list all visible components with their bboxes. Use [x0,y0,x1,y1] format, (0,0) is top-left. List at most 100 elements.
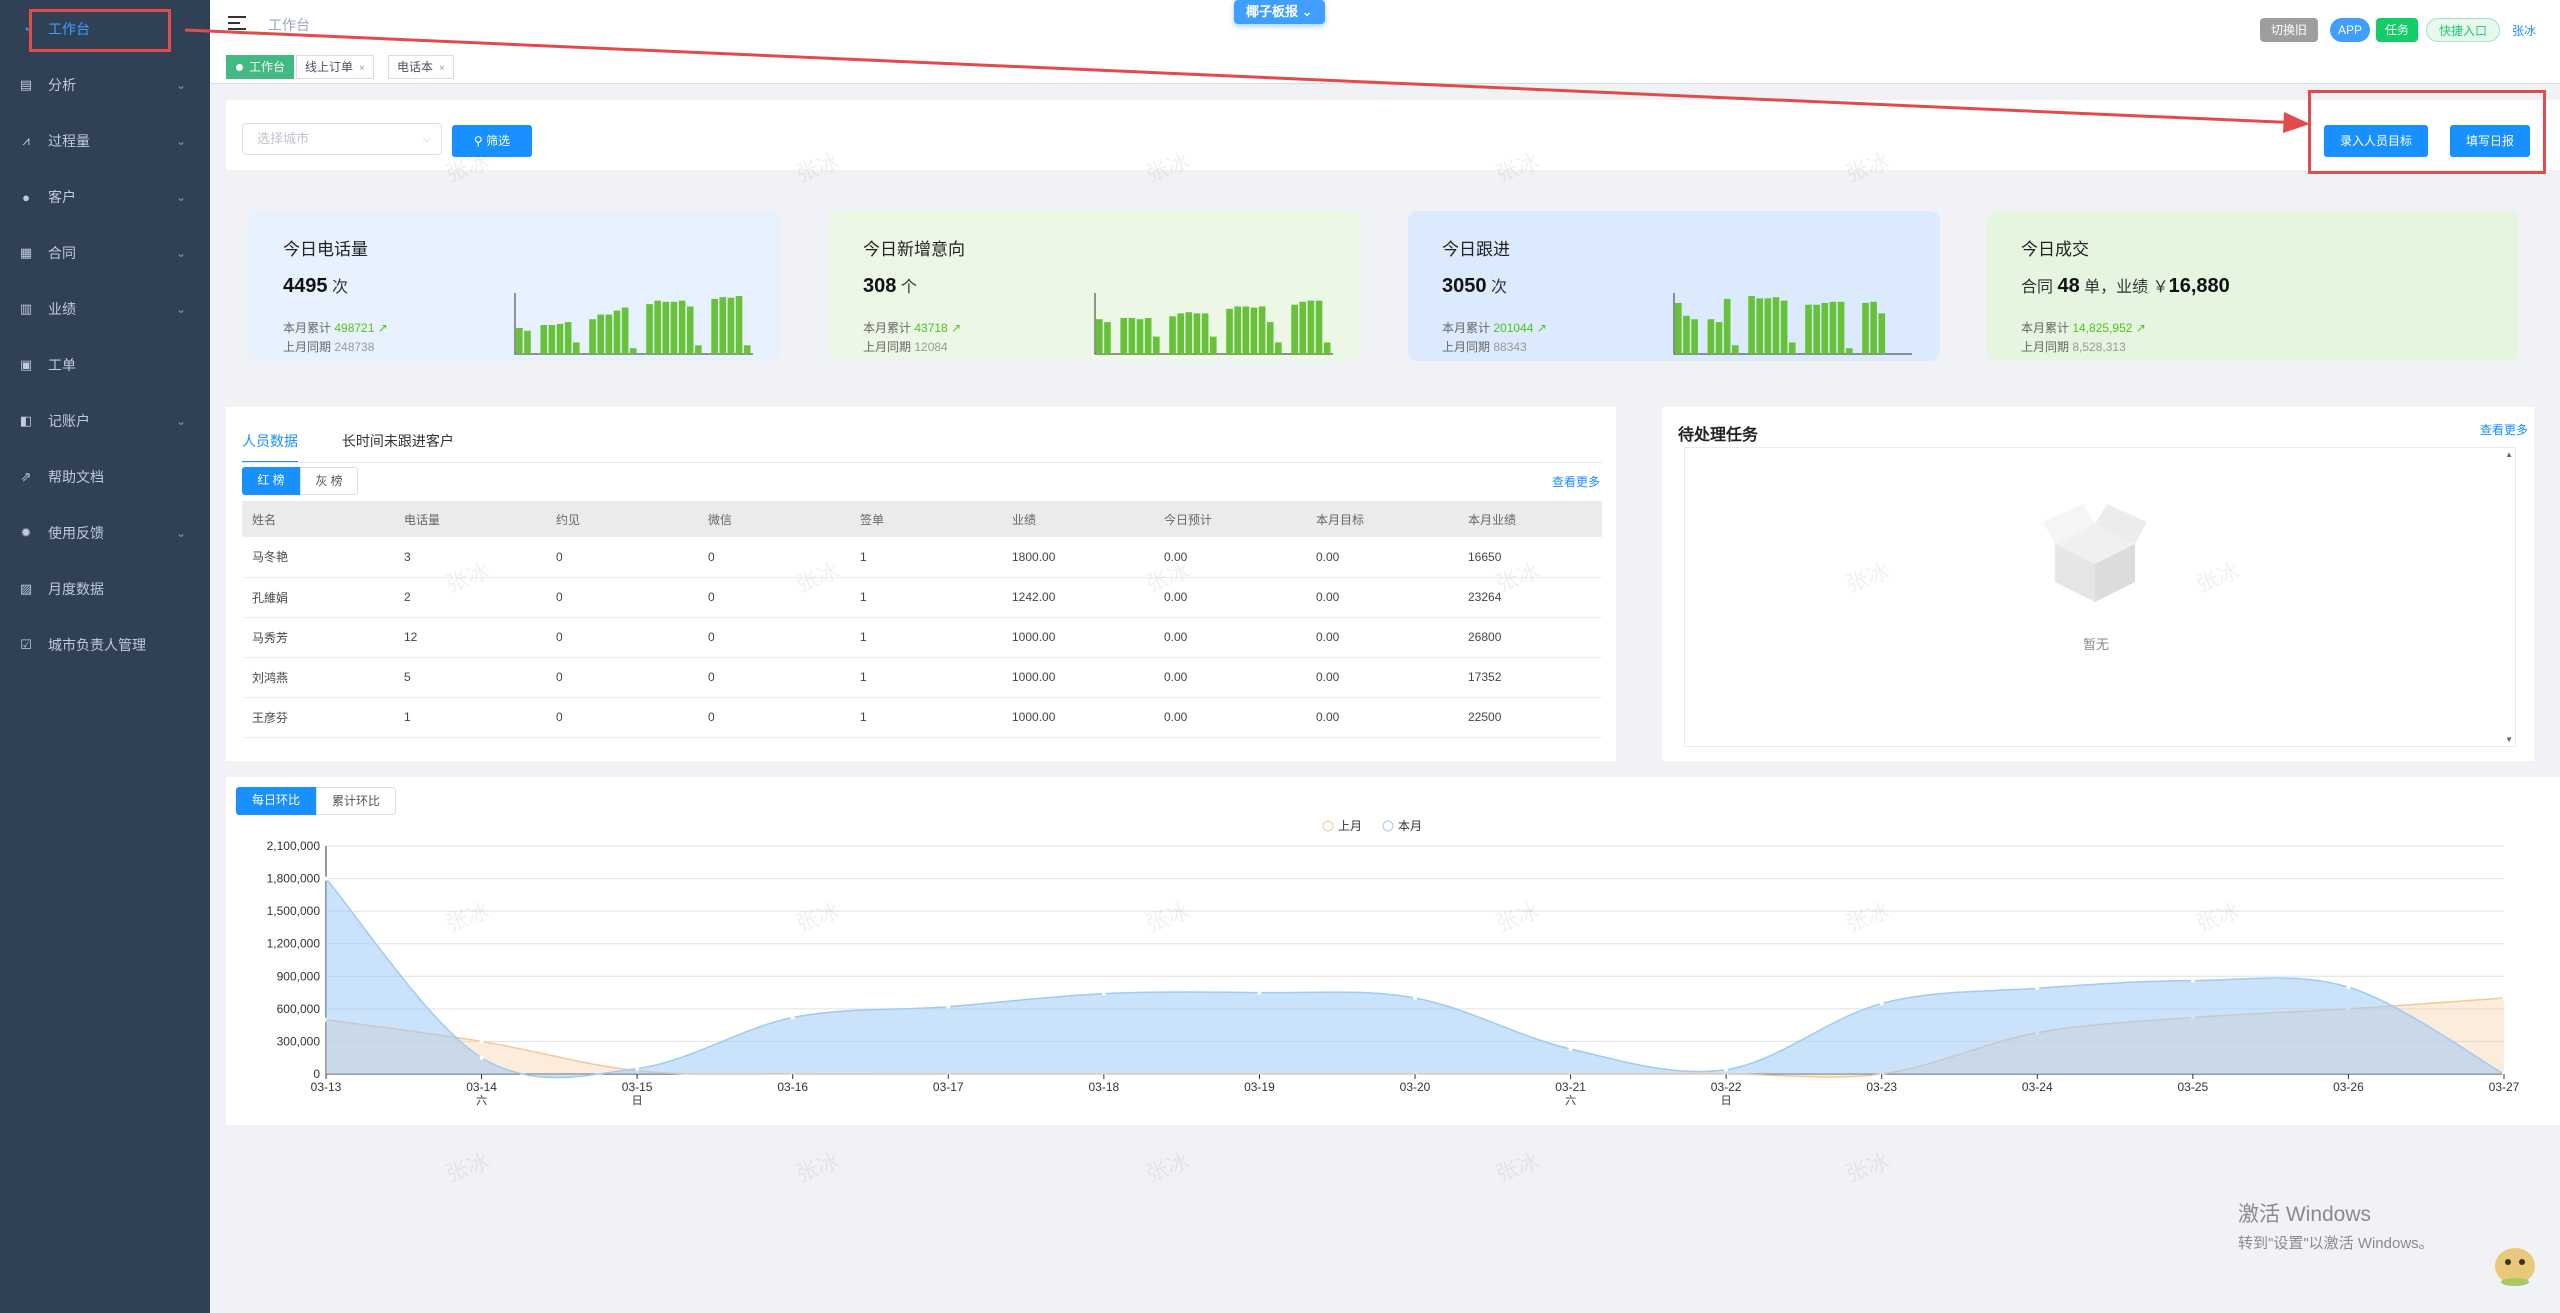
data-point[interactable] [1413,996,1417,1000]
mascot-icon[interactable] [2490,1238,2540,1288]
task-list[interactable]: ▲ ▼ 暂无 [1684,447,2516,747]
mini-bar [1258,306,1266,354]
sidebar-item[interactable]: ▨ 月度数据 [0,564,210,614]
sidebar-item-label: 记账户 [48,413,90,429]
mini-bar [564,322,572,354]
mini-bar [548,325,556,354]
card-month-total: 本月累计 498721 ↗ [283,321,388,335]
staff-data-panel: 人员数据 长时间未跟进客户 红 榜 灰 榜 查看更多 姓名 电话量 约见 微信 签单 业绩… [226,407,1616,761]
sidebar-item[interactable]: ✹ 使用反馈 ⌄ [0,508,210,558]
legend-marker[interactable] [1322,820,1334,832]
mini-bar [1829,301,1837,354]
table-cell: 0 [698,577,850,618]
mini-bar [646,304,653,354]
data-point[interactable] [790,1015,795,1020]
mini-bar [1683,315,1690,354]
card-value: 308 个 [863,275,917,297]
mini-bar [1780,300,1788,354]
x-tick-label: 03-19 [1244,1080,1275,1094]
data-point[interactable] [479,1039,484,1044]
x-tick-label: 03-13 [311,1080,342,1094]
data-point[interactable] [1257,990,1262,995]
mini-bar [695,345,702,354]
tab-staff-data[interactable]: 人员数据 [242,431,298,463]
arrow-up-icon: ↗ [1533,321,1547,335]
data-point[interactable] [2035,986,2040,991]
table-cell: 马冬艳 [242,537,394,578]
table-cell: 0 [698,657,850,698]
card-title: 今日新增意向 [863,240,965,259]
grey-list-button[interactable]: 灰 榜 [300,467,358,495]
series-area [326,878,2504,1078]
x-tick-label: 03-18 [1089,1080,1120,1094]
data-point[interactable] [1724,1067,1729,1072]
table-row[interactable]: 刘鸿燕 5 0 0 1 1000.00 0.00 0.00 17352 [242,657,1602,698]
view-more-link[interactable]: 查看更多 [1552,473,1600,490]
table-cell: 1 [850,697,1002,738]
sidebar-item[interactable]: ◧ 记账户 ⌄ [0,396,210,446]
mini-bar [556,323,564,354]
sidebar-item[interactable]: ☑ 城市负责人管理 [0,620,210,670]
table-row[interactable]: 马秀芳 12 0 0 1 1000.00 0.00 0.00 26800 [242,617,1602,658]
view-more-link[interactable]: 查看更多 [2480,421,2528,438]
data-point[interactable] [479,1055,484,1060]
table-row[interactable]: 马冬艳 3 0 0 1 1800.00 0.00 0.00 16650 [242,537,1602,578]
checkbox-icon: ☑ [20,637,32,652]
card-value: 4495 次 [283,275,348,297]
arrow-up-icon: ↗ [2132,321,2146,335]
sidebar-item[interactable]: ▥ 业绩 ⌄ [0,284,210,334]
data-point[interactable] [324,876,328,881]
clipboard-icon: ▣ [19,357,33,372]
watermark-text: 张冰 [1842,1148,1893,1187]
mini-bar [1772,297,1780,354]
table-cell: 0.00 [1154,657,1306,698]
sidebar-item-label: 工单 [48,357,76,373]
sidebar-item[interactable]: ▣ 工单 [0,340,210,390]
card-last-month: 上月同期 248738 [283,340,375,354]
mini-bar [662,301,670,354]
document-icon: ▦ [19,245,33,260]
x-tick-weekday: 日 [632,1095,643,1107]
x-tick-label: 03-22 [1711,1080,1742,1094]
mini-bar-chart [1673,293,1912,355]
legend-label[interactable]: 本月 [1398,819,1422,833]
table-row[interactable]: 王彦芬 1 0 0 1 1000.00 0.00 0.00 22500 [242,697,1602,738]
y-tick-label: 600,000 [277,1002,321,1016]
stat-card: 今日新增意向 308 个本月累计 43718 ↗ 上月同期 12084 [829,211,1361,361]
mini-bar [1723,298,1731,354]
chevron-down-icon: ⌄ [176,246,187,260]
scroll-up-icon[interactable]: ▲ [2505,450,2513,459]
table-cell: 0 [546,537,698,578]
red-list-button[interactable]: 红 榜 [242,467,300,495]
data-point[interactable] [2346,985,2351,990]
table-row[interactable]: 孔維娟 2 0 0 1 1242.00 0.00 0.00 23264 [242,577,1602,618]
data-point[interactable] [1568,1047,1573,1052]
mini-bar [1096,319,1103,354]
legend-marker[interactable] [1382,820,1394,832]
scroll-down-icon[interactable]: ▼ [2505,735,2513,744]
mini-bar [727,297,735,354]
table-cell: 1 [850,577,1002,618]
tab-inactive-customers[interactable]: 长时间未跟进客户 [342,431,454,461]
mini-bar [1821,302,1829,354]
table-cell: 刘鸿燕 [242,657,394,698]
table-cell: 1 [850,537,1002,578]
data-point[interactable] [2190,978,2195,983]
column-header: 签单 [850,501,1002,537]
data-point[interactable] [2502,996,2506,1000]
card-value: 3050 次 [1442,275,1507,297]
data-point[interactable] [635,1066,640,1071]
legend-label[interactable]: 上月 [1338,819,1362,833]
data-point[interactable] [946,1004,951,1009]
table-cell: 1000.00 [1002,657,1154,698]
y-tick-label: 1,200,000 [267,937,321,951]
x-tick-label: 03-23 [1866,1080,1897,1094]
data-point[interactable] [1101,991,1106,996]
empty-box-icon [2043,504,2147,602]
sidebar-item[interactable]: ▦ 合同 ⌄ [0,228,210,278]
mini-bar [540,325,548,354]
book-icon: ◧ [19,413,33,428]
sidebar-item[interactable]: ⇗ 帮助文档 [0,452,210,502]
mini-bar [589,319,596,354]
data-point[interactable] [1879,1001,1884,1006]
